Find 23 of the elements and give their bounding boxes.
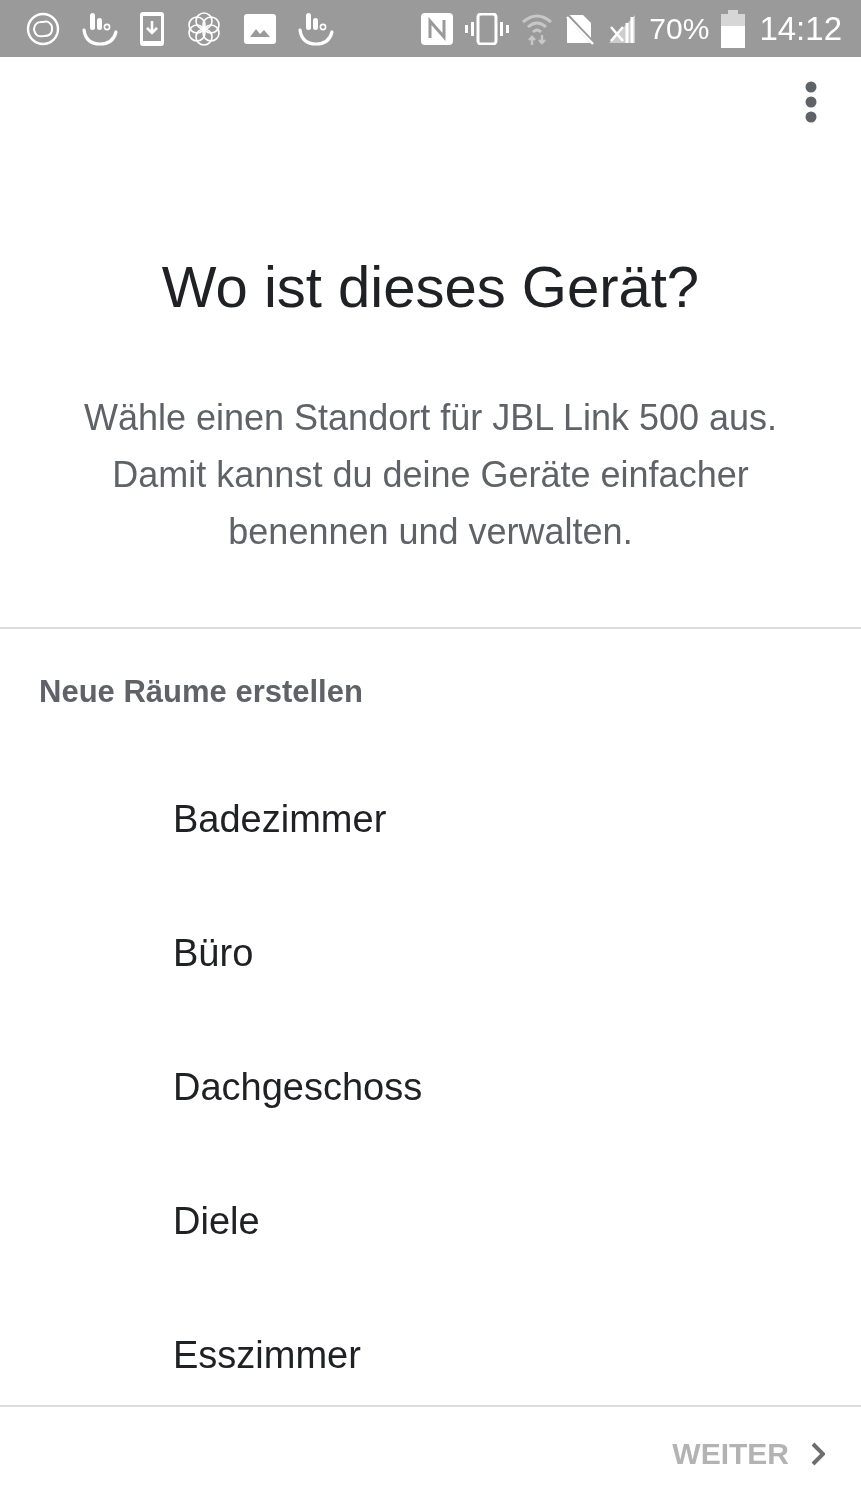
image-icon bbox=[244, 13, 276, 44]
chevron-right-icon bbox=[811, 1441, 825, 1466]
phone-download-icon bbox=[140, 11, 164, 46]
page-title: Wo ist dieses Gerät? bbox=[160, 253, 701, 321]
ring-logo-icon bbox=[26, 11, 60, 46]
wifi-icon bbox=[521, 12, 554, 45]
more-vertical-icon bbox=[805, 81, 817, 123]
room-option[interactable]: Büro bbox=[0, 908, 861, 998]
battery-percent: 70% bbox=[649, 13, 710, 44]
smile-hand-icon bbox=[298, 11, 334, 46]
section-heading: Neue Räume erstellen bbox=[38, 673, 364, 711]
room-option[interactable]: Dachgeschoss bbox=[0, 1042, 861, 1132]
smile-hand-icon bbox=[82, 11, 118, 46]
clock-time: 14:12 bbox=[759, 12, 842, 45]
room-option[interactable]: Diele bbox=[0, 1176, 861, 1266]
battery-icon bbox=[721, 9, 746, 48]
room-option[interactable]: Badezimmer bbox=[0, 774, 861, 864]
room-option[interactable]: Esszimmer bbox=[0, 1310, 861, 1400]
vibrate-icon bbox=[465, 12, 510, 45]
flower-icon bbox=[186, 10, 222, 47]
no-sim-icon bbox=[565, 12, 596, 45]
nfc-icon bbox=[421, 12, 454, 45]
description-text: Wähle einen Standort für JBL Link 500 aus. Damit kannst du deine Geräte einfacher benennen und verwalten. bbox=[82, 396, 779, 554]
